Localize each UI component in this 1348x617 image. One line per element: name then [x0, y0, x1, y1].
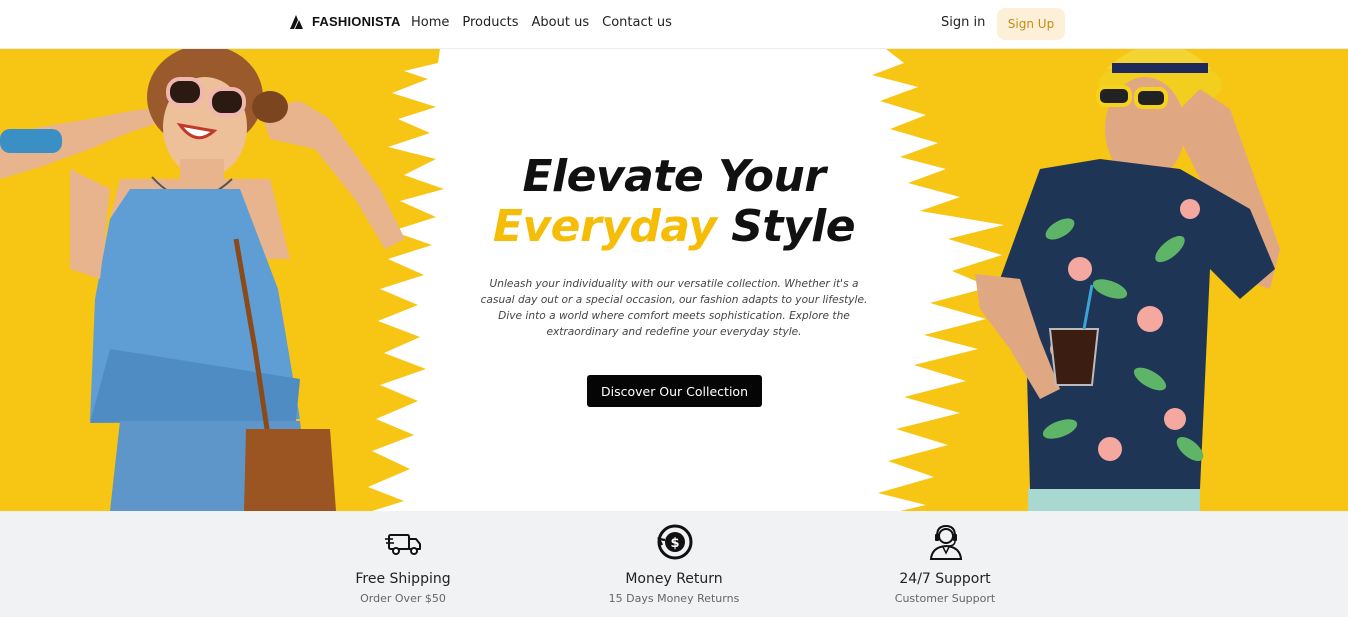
signin-link[interactable]: Sign in: [941, 15, 985, 30]
discover-collection-button[interactable]: Discover Our Collection: [587, 375, 762, 407]
hero-banner: Elevate Your Everyday Style Unleash your…: [0, 49, 1348, 511]
signup-button[interactable]: Sign Up: [997, 8, 1065, 40]
hero-title-line2: Everyday Style: [492, 201, 856, 252]
main-menu: Home Products About us Contact us: [411, 15, 685, 30]
nav-link-home[interactable]: Home: [411, 15, 449, 30]
delivery-truck-icon: [385, 534, 421, 555]
feature-subtitle: Order Over $50: [360, 592, 446, 605]
feature-title: Free Shipping: [355, 571, 451, 587]
hero-description: Unleash your individuality with our vers…: [480, 278, 868, 338]
hero-title-rest: Style: [716, 201, 856, 252]
nav-link-contact[interactable]: Contact us: [602, 15, 672, 30]
feature-subtitle: Customer Support: [894, 592, 996, 605]
feature-title: Money Return: [625, 571, 723, 587]
feature-subtitle: 15 Days Money Returns: [608, 592, 740, 605]
hero-title-line1: Elevate Your: [522, 151, 827, 202]
brand-logo[interactable]: FASHIONISTA: [290, 14, 401, 29]
svg-text:$: $: [670, 536, 679, 551]
hero-title-accent: Everyday: [492, 201, 717, 252]
nav-link-products[interactable]: Products: [462, 15, 518, 30]
logo-icon: [290, 14, 303, 29]
hero-title: Elevate Your Everyday Style: [0, 152, 1348, 252]
brand-name: FASHIONISTA: [312, 14, 401, 29]
support-agent-icon: [929, 524, 963, 560]
features-bar: Free Shipping Order Over $50 $ Money Ret…: [0, 511, 1348, 617]
feature-title: 24/7 Support: [899, 571, 991, 587]
money-return-icon: $: [657, 524, 693, 560]
top-navbar: FASHIONISTA Home Products About us Conta…: [0, 0, 1348, 49]
nav-link-about[interactable]: About us: [532, 15, 590, 30]
